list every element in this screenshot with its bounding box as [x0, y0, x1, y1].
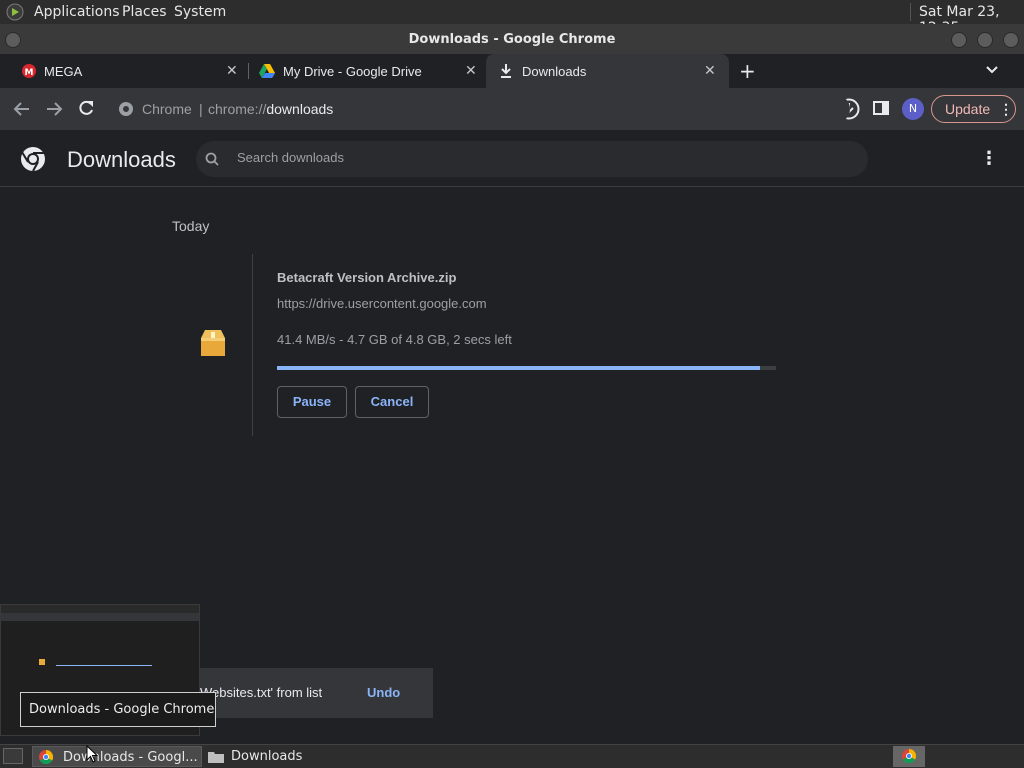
new-tab-icon[interactable]: +	[739, 59, 756, 83]
snackbar: Websites.txt' from list Undo	[200, 668, 433, 718]
taskbar: Downloads - Googl... Downloads	[0, 744, 1024, 768]
chrome-icon	[39, 750, 53, 764]
thumbnail-tabstrip	[1, 605, 199, 613]
taskbar-item-chrome[interactable]: Downloads - Googl...	[32, 746, 202, 767]
snackbar-message: Websites.txt' from list	[200, 685, 323, 700]
minimize-button[interactable]	[951, 32, 967, 48]
chrome-icon	[119, 102, 133, 116]
places-menu[interactable]: Places	[122, 4, 167, 20]
site-label: Chrome	[142, 101, 192, 117]
taskbar-item-label: Downloads - Googl...	[63, 750, 198, 765]
page-menu-icon[interactable]: ⋮	[980, 148, 998, 169]
download-status: 41.4 MB/s - 4.7 GB of 4.8 GB, 2 secs lef…	[277, 332, 512, 347]
undo-button[interactable]: Undo	[367, 685, 400, 700]
search-input[interactable]: Search downloads	[237, 150, 344, 165]
page-title: Downloads	[67, 147, 176, 172]
item-divider	[252, 254, 253, 436]
tab-google-drive[interactable]: My Drive - Google Drive ✕	[249, 54, 486, 88]
window-titlebar[interactable]: Downloads - Google Chrome	[0, 24, 1024, 54]
system-menu[interactable]: System	[174, 4, 226, 20]
progress-fill	[277, 366, 761, 370]
date-section-heading: Today	[172, 218, 210, 234]
update-button[interactable]: Update ⋮	[931, 95, 1016, 123]
close-tab-icon[interactable]: ✕	[465, 62, 477, 79]
window-menu-button[interactable]	[5, 32, 21, 48]
google-drive-icon	[259, 64, 275, 78]
more-menu-icon: ⋮	[999, 101, 1013, 117]
download-filename-link[interactable]: Betacraft Version Archive.zip	[277, 270, 456, 285]
avatar[interactable]: N	[902, 98, 924, 120]
thumbnail-toolbar	[1, 613, 199, 621]
system-top-bar: Applications Places System Sat Mar 23, 1…	[0, 0, 1024, 36]
divider	[910, 3, 911, 21]
maximize-button[interactable]	[977, 32, 993, 48]
url-prefix: chrome://	[208, 101, 267, 117]
svg-text:M: M	[25, 68, 34, 78]
url-text: chrome://downloads	[208, 101, 333, 117]
mouse-cursor-icon	[86, 745, 98, 763]
tab-label: My Drive - Google Drive	[283, 64, 422, 79]
search-icon	[205, 152, 219, 166]
workspace-switcher[interactable]	[893, 746, 925, 767]
folder-icon	[208, 752, 224, 763]
distro-logo-icon[interactable]	[6, 3, 24, 21]
chrome-icon	[902, 749, 916, 763]
back-icon[interactable]	[13, 100, 31, 118]
close-tab-icon[interactable]: ✕	[226, 62, 238, 79]
download-source-link[interactable]: https://drive.usercontent.google.com	[277, 296, 487, 311]
progress-track	[277, 366, 776, 370]
chrome-logo-icon	[21, 147, 45, 172]
window-title: Downloads - Google Chrome	[408, 32, 616, 47]
tab-search-chevron-icon[interactable]	[986, 66, 998, 74]
address-bar[interactable]: Chrome | chrome://downloads	[110, 95, 850, 123]
show-desktop-icon[interactable]	[3, 748, 23, 764]
url-path: downloads	[266, 101, 334, 117]
close-window-button[interactable]	[1003, 32, 1019, 48]
tab-downloads[interactable]: Downloads ✕	[486, 54, 729, 88]
tab-label: Downloads	[522, 64, 587, 79]
cancel-button[interactable]: Cancel	[355, 386, 429, 418]
thumbnail-progress	[56, 665, 152, 666]
forward-icon[interactable]	[45, 100, 63, 118]
tab-label: MEGA	[44, 64, 83, 79]
close-tab-icon[interactable]: ✕	[704, 62, 716, 79]
tab-mega[interactable]: M MEGA ✕	[8, 54, 248, 88]
mega-icon: M	[22, 64, 36, 78]
separator: |	[199, 101, 203, 117]
tab-strip: M MEGA ✕ My Drive - Google Drive ✕ Downl…	[0, 54, 1024, 88]
taskbar-item-files[interactable]: Downloads	[204, 746, 344, 767]
search-field[interactable]: Search downloads	[196, 141, 868, 177]
applications-menu[interactable]: Applications	[34, 4, 120, 20]
taskbar-item-label: Downloads	[231, 749, 303, 764]
update-label: Update	[945, 101, 991, 117]
download-icon	[501, 64, 511, 78]
pause-button[interactable]: Pause	[277, 386, 347, 418]
thumbnail-file-icon	[39, 659, 45, 665]
side-panel-icon[interactable]	[873, 101, 889, 115]
tooltip: Downloads - Google Chrome	[20, 692, 216, 727]
reload-icon[interactable]	[77, 99, 95, 117]
file-archive-icon	[201, 330, 225, 356]
